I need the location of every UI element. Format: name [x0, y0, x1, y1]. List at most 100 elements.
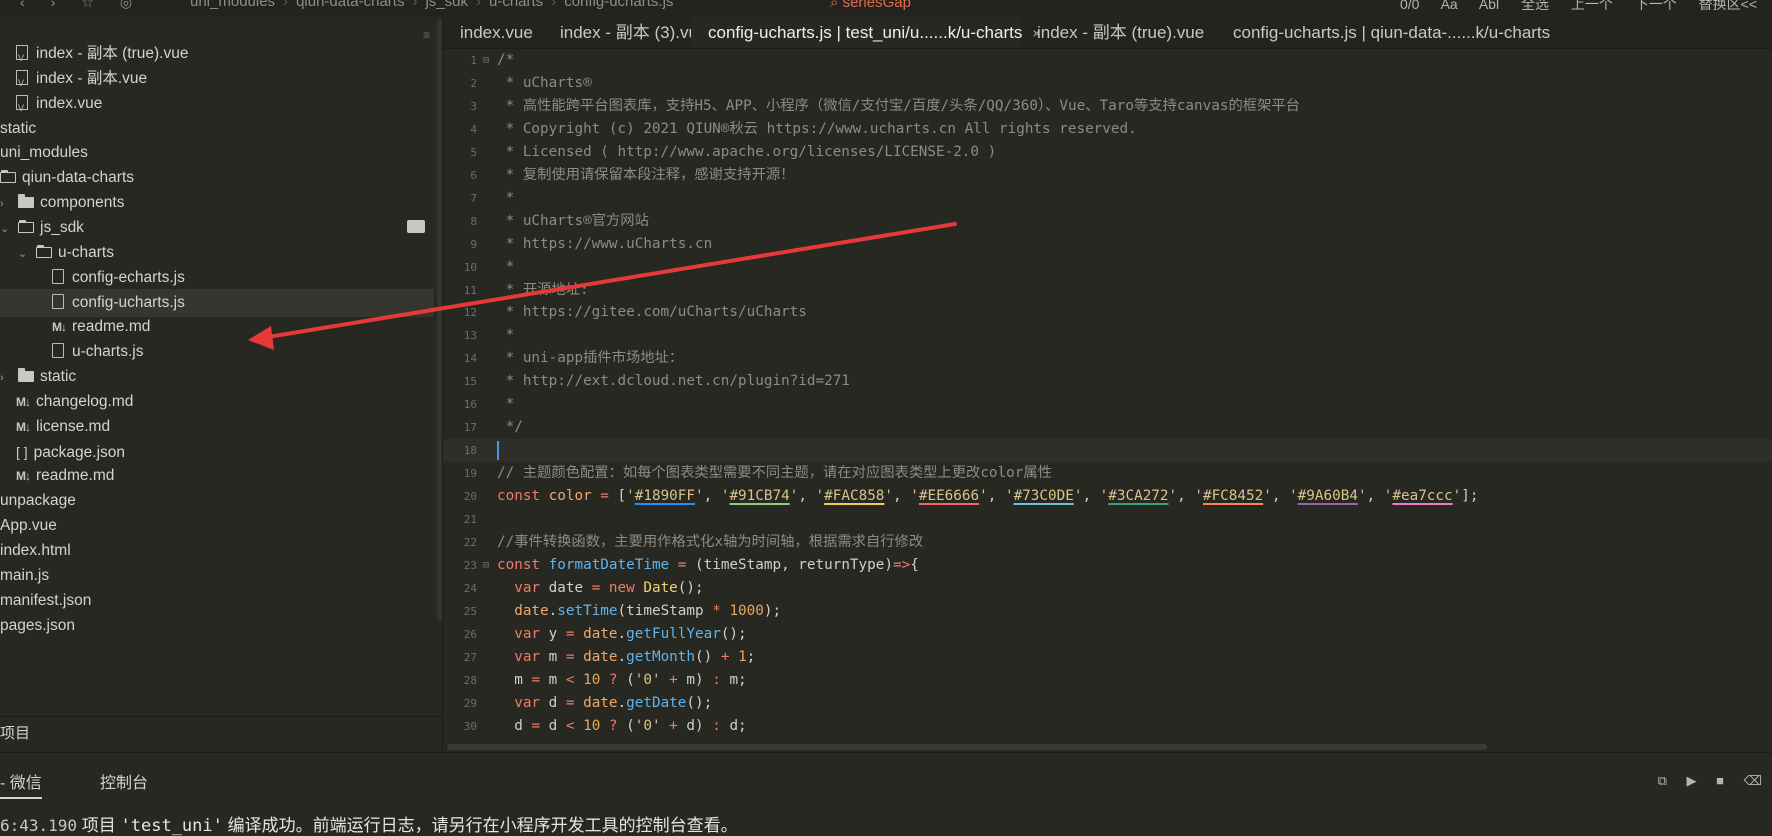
js-file-icon [52, 268, 64, 284]
tree-item[interactable]: index.vue [0, 90, 434, 122]
find-input[interactable]: ⌕ seriesGap [830, 0, 911, 11]
tree-item[interactable]: ⌄ u-charts [0, 239, 434, 267]
run-icon[interactable]: ◎ [120, 0, 132, 10]
breadcrumb-item[interactable]: u-charts [489, 0, 543, 10]
tree-item-content: manifest.json [0, 592, 91, 609]
code-token: date [548, 579, 592, 596]
tree-item[interactable]: index - 副本.vue [0, 65, 434, 97]
code-line: 6 * 复制使用请保留本段注释，感谢支持开源！ [443, 164, 1772, 187]
fold-toggle-icon[interactable]: ⊟ [483, 554, 489, 577]
code-token: ? [600, 717, 627, 734]
line-number: 3 [470, 99, 477, 113]
tree-item[interactable]: pages.json [0, 612, 434, 640]
breadcrumb-item[interactable]: js_sdk [425, 0, 468, 10]
breadcrumb-item[interactable]: config-ucharts.js [564, 0, 673, 10]
tree-item[interactable]: M↓ readme.md [0, 313, 434, 341]
code-token: d; [729, 717, 747, 734]
run-icon[interactable]: ▶ [1687, 773, 1697, 788]
editor-tab[interactable]: index - 副本 (true).vue [1020, 16, 1216, 48]
tree-item[interactable]: index - 副本 (true).vue [0, 40, 434, 72]
editor-tab[interactable]: index - 副本 (3).vue [543, 16, 707, 48]
tree-item[interactable]: M↓ changelog.md [0, 388, 434, 416]
code-token: = [591, 579, 609, 596]
replace-toggle-button[interactable]: 替换区<< [1699, 0, 1757, 12]
tree-item[interactable]: static [0, 115, 434, 143]
tree-item[interactable]: index.html [0, 537, 434, 565]
code-editor[interactable]: 1 ⊟/* 2 * uCharts® 3 * 高性能跨平台图表库，支持H5、APP、小… [443, 49, 1772, 749]
next-match-button[interactable]: 下一个 [1635, 0, 1677, 12]
breadcrumb-separator: › [283, 0, 289, 10]
line-number: 30 [463, 719, 477, 733]
breadcrumb-item[interactable]: qiun-data-charts [296, 0, 404, 10]
tree-item-label: pages.json [0, 616, 75, 634]
code-token: m) [686, 671, 713, 688]
breadcrumb-separator: › [551, 0, 557, 10]
folder-open-icon [0, 170, 16, 184]
code-text: const formatDateTime = (timeStamp, retur… [497, 554, 919, 577]
forward-icon[interactable]: › [51, 0, 56, 10]
code-text: date.setTime(timeStamp * 1000); [497, 600, 781, 623]
match-case-toggle[interactable]: Aa [1441, 0, 1458, 12]
tab-wechat-log[interactable]: - 微信 [0, 769, 42, 799]
whole-word-toggle[interactable]: Abl [1479, 0, 1499, 12]
tree-item-label: js_sdk [40, 218, 84, 236]
editor-tab[interactable]: config-ucharts.js | test_uni/u......k/u-… [691, 16, 1041, 48]
select-all-button[interactable]: 全选 [1521, 0, 1549, 12]
tree-item[interactable]: › static [0, 363, 434, 391]
line-number: 23 [463, 558, 477, 572]
tree-item-content: static [0, 120, 36, 137]
clear-log-icon[interactable]: ⌫ [1744, 773, 1762, 788]
tab-console[interactable]: 控制台 [100, 769, 148, 793]
js-file-icon [52, 343, 64, 359]
code-token: #3CA272 [1108, 488, 1169, 505]
open-external-icon[interactable]: ⧉ [1658, 773, 1667, 788]
fold-toggle-icon[interactable]: ⊟ [483, 49, 489, 72]
star-icon[interactable]: ☆ [81, 0, 94, 10]
js-file-icon [52, 293, 64, 309]
tree-item[interactable]: App.vue [0, 512, 434, 540]
code-line: 26 var y = date.getFullYear(); [443, 623, 1772, 646]
editor-tab[interactable]: index.vue [443, 16, 543, 48]
code-token: (); [720, 625, 747, 642]
tree-item[interactable]: uni_modules [0, 139, 434, 167]
code-token: ' [1263, 488, 1272, 505]
code-token: date [514, 602, 549, 619]
markdown-icon: M↓ [16, 419, 31, 434]
tree-item[interactable]: qiun-data-charts [0, 164, 434, 192]
prev-match-button[interactable]: 上一个 [1571, 0, 1613, 12]
console-log-line: 6:43.190 项目 'test_uni' 编译成功。前端运行日志，请另行在小… [0, 811, 738, 836]
editor-horizontal-scrollbar[interactable] [447, 744, 1487, 750]
tree-item[interactable]: M↓ readme.md [0, 462, 434, 490]
code-token: (); [677, 579, 704, 596]
line-number: 26 [463, 627, 477, 641]
tree-item[interactable]: config-ucharts.js [0, 288, 434, 317]
stop-icon[interactable]: ■ [1716, 773, 1724, 788]
code-token: /* [497, 52, 515, 68]
tree-item[interactable]: config-echarts.js [0, 264, 434, 292]
folder-icon[interactable] [407, 220, 425, 233]
tree-item[interactable]: main.js [0, 562, 434, 590]
back-icon[interactable]: ‹ [20, 0, 25, 10]
tree-item[interactable]: manifest.json [0, 587, 434, 615]
editor-tab[interactable]: config-ucharts.js | qiun-data-......k/u-… [1216, 16, 1550, 48]
tree-item[interactable]: M↓ license.md [0, 413, 434, 441]
tree-item[interactable]: [ ] package.json [0, 438, 434, 466]
code-line: 14 * uni-app插件市场地址： [443, 347, 1772, 370]
tree-item[interactable]: ⌄ js_sdk [0, 214, 434, 242]
code-token: * https://www.uCharts.cn [497, 235, 713, 252]
breadcrumb-item[interactable]: uni_modules [190, 0, 275, 10]
code-token: date [583, 648, 618, 665]
code-token: ' [1004, 488, 1014, 505]
code-text: var d = date.getDate(); [497, 692, 712, 715]
code-token: 1 [738, 648, 747, 665]
tree-item[interactable]: u-charts.js [0, 338, 434, 366]
tree-item[interactable]: › components [0, 189, 434, 217]
line-number: 17 [463, 421, 477, 435]
tree-item-content: M↓ changelog.md [0, 393, 133, 410]
tree-item-label: config-ucharts.js [72, 293, 185, 311]
tab-label: config-ucharts.js | test_uni/u......k/u-… [708, 23, 1023, 42]
tree-item[interactable]: unpackage [0, 487, 434, 515]
code-line: 8 * uCharts®官方网站 [443, 210, 1772, 233]
project-panel-label[interactable]: 项目 [0, 722, 30, 743]
